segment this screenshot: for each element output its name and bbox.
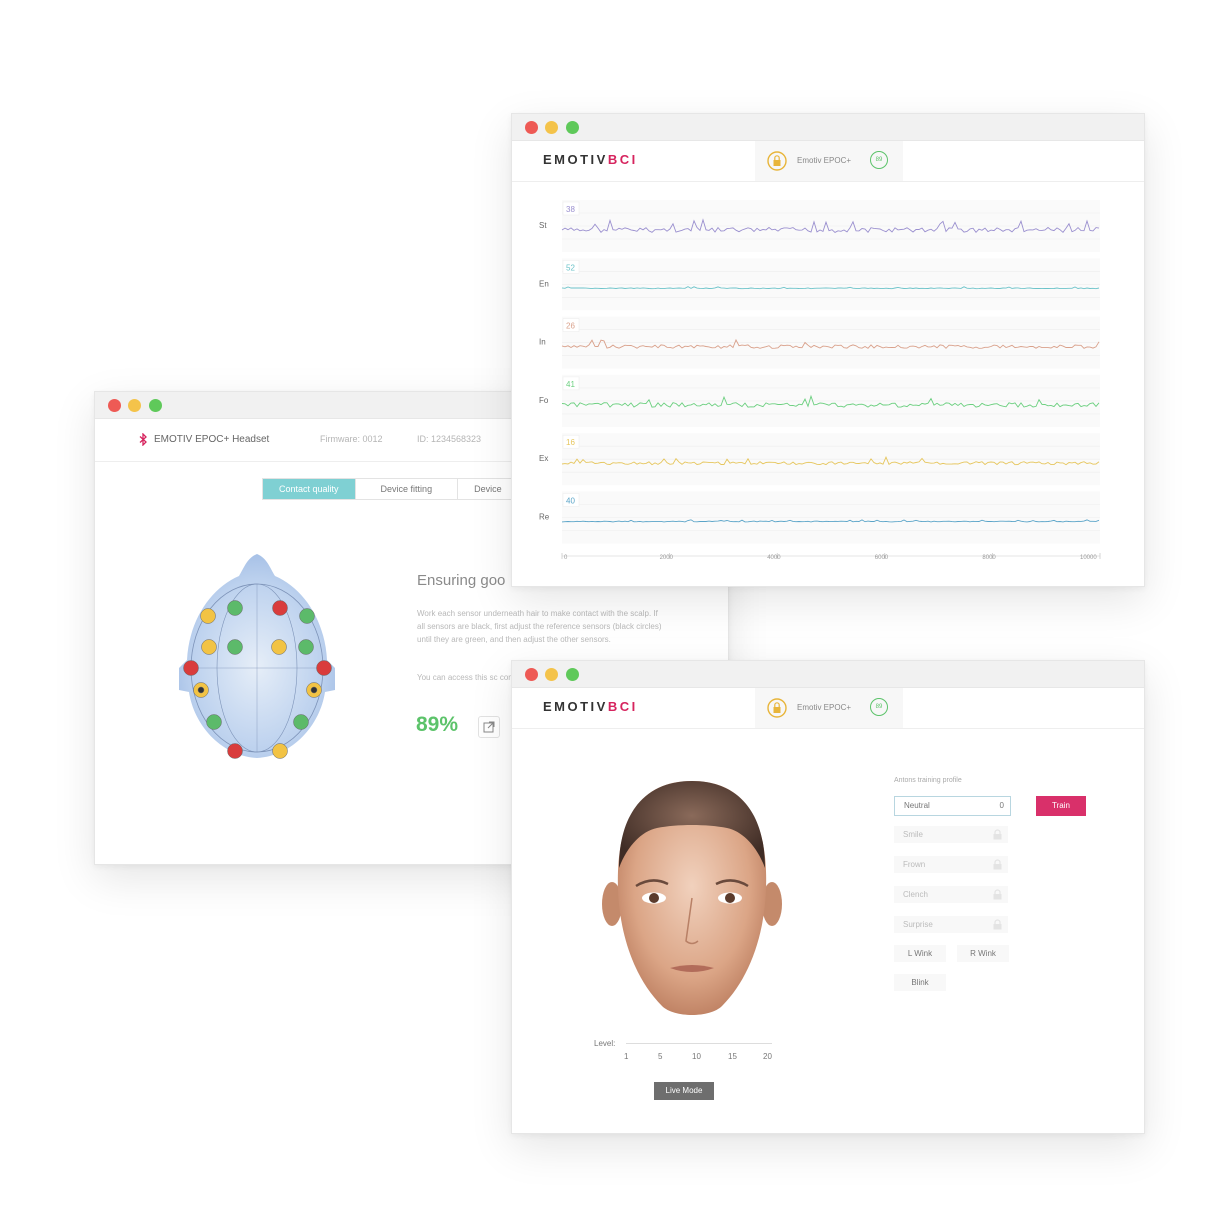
metric-value: 40 bbox=[566, 497, 575, 506]
face-avatar bbox=[602, 781, 782, 1015]
metric-value: 26 bbox=[566, 322, 575, 331]
facial-expressions-window: EMOTIVBCI Emotiv EPOC+ 89 Level: 1 5 10 … bbox=[511, 660, 1145, 1134]
neutral-action[interactable]: Neutral 0 bbox=[894, 796, 1011, 816]
x-tick-label: 4000 bbox=[767, 555, 781, 561]
metric-label: En bbox=[539, 279, 549, 288]
level-tick: 20 bbox=[763, 1052, 772, 1061]
open-external-button[interactable] bbox=[478, 716, 500, 738]
device-status[interactable]: Emotiv EPOC+ 89 bbox=[755, 141, 903, 181]
level-slider[interactable] bbox=[626, 1043, 772, 1044]
action-right-wink[interactable]: R Wink bbox=[957, 945, 1009, 962]
action-surprise[interactable]: Surprise bbox=[894, 916, 1008, 933]
metric-value: 16 bbox=[566, 438, 575, 447]
eeg-chart: St38En52In26Fo41Ex16Re400 2000 4000 6000 800… bbox=[539, 200, 1101, 561]
lock-icon bbox=[993, 829, 1002, 840]
sensor-p7 bbox=[206, 714, 222, 730]
metric-value: 52 bbox=[566, 263, 575, 272]
lock-icon bbox=[993, 859, 1002, 870]
live-mode-button[interactable]: Live Mode bbox=[654, 1082, 714, 1100]
sensor-fc6 bbox=[271, 639, 287, 655]
level-tick: 5 bbox=[658, 1052, 663, 1061]
sensor-f8 bbox=[299, 608, 315, 624]
sensor-t8 bbox=[316, 660, 332, 676]
level-tick: 15 bbox=[728, 1052, 737, 1061]
device-status[interactable]: Emotiv EPOC+ 89 bbox=[755, 688, 903, 728]
metric-label: Re bbox=[539, 513, 550, 522]
tab-bar: Contact quality Device fitting Device bbox=[262, 478, 520, 500]
maximize-window-button[interactable] bbox=[566, 121, 579, 134]
title-bar bbox=[512, 114, 1144, 141]
level-tick: 1 bbox=[624, 1052, 629, 1061]
action-blink[interactable]: Blink bbox=[894, 974, 946, 991]
action-clench[interactable]: Clench bbox=[894, 886, 1008, 903]
training-profile-label: Antons training profile bbox=[894, 777, 962, 784]
device-name: Emotiv EPOC+ bbox=[797, 703, 852, 712]
metric-value: 41 bbox=[566, 380, 575, 389]
app-header: EMOTIVBCI Emotiv EPOC+ 89 bbox=[512, 688, 1144, 729]
tab-device-fitting[interactable]: Device fitting bbox=[356, 479, 459, 499]
close-window-button[interactable] bbox=[525, 121, 538, 134]
metric-label: St bbox=[539, 221, 547, 230]
instructions-text: Work each sensor underneath hair to make… bbox=[417, 609, 662, 644]
action-smile[interactable]: Smile bbox=[894, 826, 1008, 843]
x-tick-label: 2000 bbox=[660, 555, 674, 561]
title-bar bbox=[512, 661, 1144, 688]
battery-badge: 89 bbox=[870, 151, 888, 169]
sensor-f3 bbox=[201, 639, 217, 655]
action-frown[interactable]: Frown bbox=[894, 856, 1008, 873]
sensor-o2 bbox=[272, 743, 288, 759]
action-left-wink[interactable]: L Wink bbox=[894, 945, 946, 962]
headset-name: EMOTIV EPOC+ Headset bbox=[154, 434, 270, 445]
close-window-button[interactable] bbox=[108, 399, 121, 412]
device-id-label: ID: 1234568323 bbox=[417, 434, 482, 444]
emotiv-logo: EMOTIVBCI bbox=[543, 152, 638, 167]
metric-label: In bbox=[539, 338, 546, 347]
maximize-window-button[interactable] bbox=[566, 668, 579, 681]
sensor-f4 bbox=[298, 639, 314, 655]
close-window-button[interactable] bbox=[525, 668, 538, 681]
train-button[interactable]: Train bbox=[1036, 796, 1086, 816]
contact-quality-percentage: 89% bbox=[416, 713, 459, 736]
metric-label: Fo bbox=[539, 396, 549, 405]
tab-device[interactable]: Device bbox=[458, 479, 519, 499]
x-tick-label: 8000 bbox=[982, 555, 996, 561]
sensor-af3 bbox=[200, 608, 216, 624]
level-tick: 10 bbox=[692, 1052, 701, 1061]
headset-connected-icon bbox=[767, 698, 787, 718]
sensor-o1 bbox=[227, 743, 243, 759]
x-tick-label: 10000 bbox=[1080, 555, 1097, 561]
battery-badge: 89 bbox=[870, 698, 888, 716]
tab-contact-quality[interactable]: Contact quality bbox=[263, 479, 356, 499]
maximize-window-button[interactable] bbox=[149, 399, 162, 412]
lock-icon bbox=[993, 919, 1002, 930]
sensor-head-map bbox=[179, 554, 335, 759]
headset-connected-icon bbox=[767, 151, 787, 171]
firmware-label: Firmware: 0012 bbox=[320, 434, 383, 444]
minimize-window-button[interactable] bbox=[545, 668, 558, 681]
sensor-t7 bbox=[183, 660, 199, 676]
external-link-icon bbox=[483, 721, 495, 733]
bluetooth-icon bbox=[139, 433, 147, 446]
emotiv-logo: EMOTIVBCI bbox=[543, 699, 638, 714]
neutral-label: Neutral bbox=[904, 801, 930, 810]
sensor-fc5 bbox=[227, 639, 243, 655]
minimize-window-button[interactable] bbox=[545, 121, 558, 134]
neutral-count: 0 bbox=[999, 801, 1004, 810]
metric-value: 38 bbox=[566, 205, 575, 214]
sensor-f7 bbox=[227, 600, 243, 616]
metric-label: Ex bbox=[539, 454, 548, 463]
lock-icon bbox=[993, 889, 1002, 900]
app-header: EMOTIVBCI Emotiv EPOC+ 89 bbox=[512, 141, 1144, 182]
performance-metrics-window: EMOTIVBCI Emotiv EPOC+ 89 St 38 En 52 In 26 Fo… bbox=[511, 113, 1145, 587]
sensor-p8 bbox=[293, 714, 309, 730]
level-label: Level: bbox=[594, 1039, 616, 1048]
sensor-af4 bbox=[272, 600, 288, 616]
x-tick-label: 6000 bbox=[875, 555, 889, 561]
device-name: Emotiv EPOC+ bbox=[797, 156, 852, 165]
contact-quality-title: Ensuring goo bbox=[417, 572, 506, 589]
minimize-window-button[interactable] bbox=[128, 399, 141, 412]
